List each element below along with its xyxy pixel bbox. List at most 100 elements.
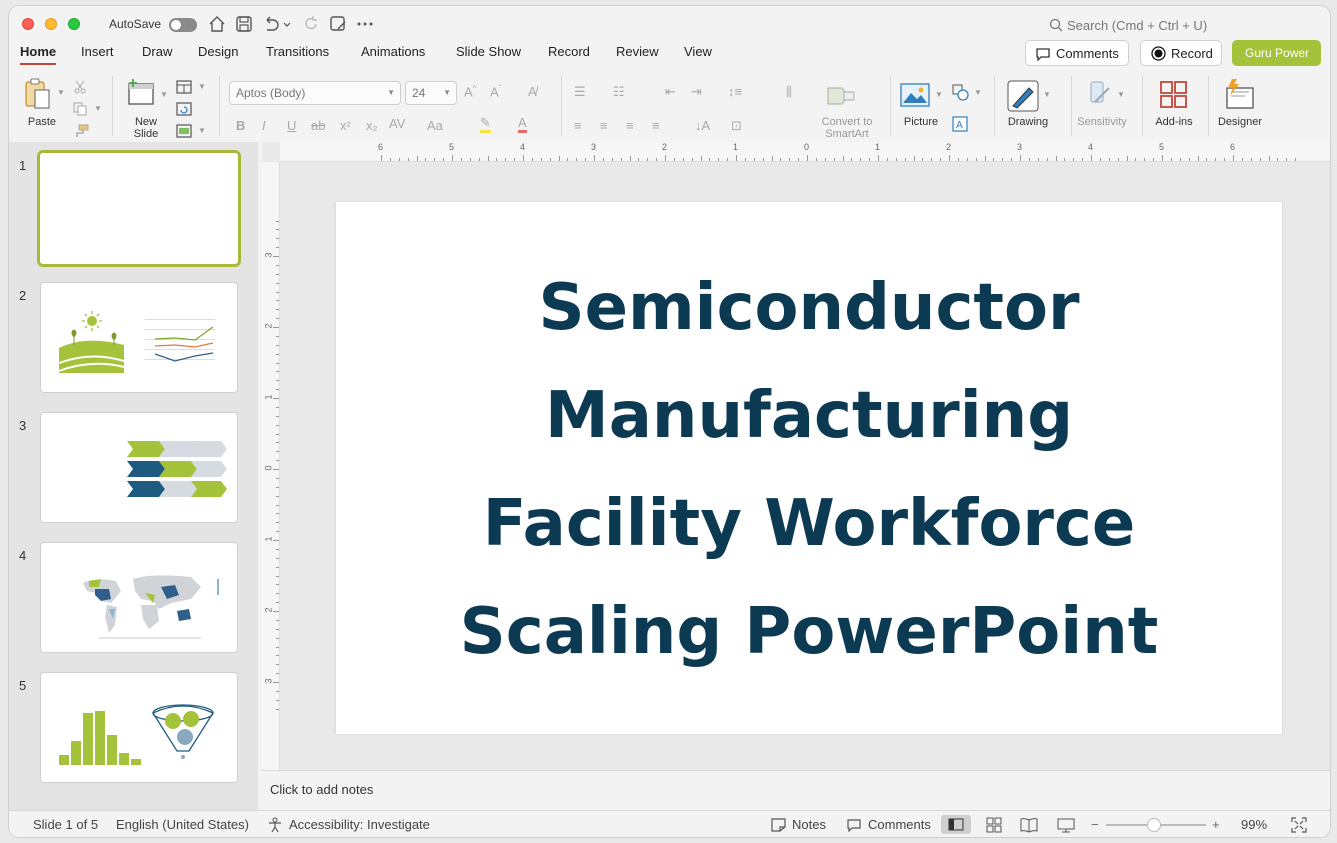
new-slide-dropdown-icon[interactable]: ▼ — [160, 90, 168, 99]
language-status[interactable]: English (United States) — [116, 817, 249, 832]
layout-icon[interactable] — [176, 80, 192, 94]
format-painter-icon[interactable] — [73, 124, 89, 138]
italic-icon[interactable]: I — [262, 118, 266, 133]
highlight-icon[interactable]: ✎ — [480, 116, 491, 133]
slide-title[interactable]: Semiconductor Manufacturing Facility Wor… — [336, 254, 1282, 686]
close-window-button[interactable] — [22, 18, 34, 30]
smartart-icon[interactable] — [826, 84, 856, 108]
paste-icon[interactable] — [23, 78, 53, 110]
slide-canvas[interactable]: Semiconductor Manufacturing Facility Wor… — [336, 202, 1282, 734]
search-input[interactable]: Search (Cmd + Ctrl + U) — [1067, 18, 1207, 33]
shapes-dropdown-icon[interactable]: ▼ — [974, 88, 982, 97]
slide-thumbnail-4[interactable] — [40, 542, 238, 653]
paste-dropdown-icon[interactable]: ▼ — [57, 88, 65, 97]
undo-icon[interactable] — [261, 14, 281, 34]
strikethrough-icon[interactable]: ab — [311, 118, 325, 133]
record-button[interactable]: Record — [1140, 40, 1222, 66]
slide-thumbnail-5[interactable] — [40, 672, 238, 783]
designer-icon[interactable] — [1223, 78, 1257, 110]
reading-view-icon[interactable] — [1020, 817, 1038, 833]
superscript-icon[interactable]: x² — [340, 118, 351, 133]
tab-draw[interactable]: Draw — [142, 44, 172, 59]
status-comments-toggle[interactable]: Comments — [868, 817, 931, 832]
section-icon[interactable] — [176, 124, 192, 138]
redo-icon[interactable] — [301, 14, 321, 34]
tab-home[interactable]: Home — [20, 44, 57, 65]
bullets-icon[interactable]: ☰ — [574, 84, 586, 100]
home-icon[interactable] — [207, 14, 227, 34]
clear-formatting-icon[interactable]: A̸ — [528, 84, 537, 99]
font-size-select[interactable]: 24 ▼ — [405, 81, 457, 105]
align-text-icon[interactable]: ⊡ — [731, 118, 742, 134]
copy-icon[interactable] — [73, 102, 87, 116]
picture-dropdown-icon[interactable]: ▼ — [935, 90, 943, 99]
add-ins-icon[interactable] — [1159, 80, 1189, 110]
sensitivity-icon[interactable] — [1085, 80, 1115, 110]
zoom-out-icon[interactable]: − — [1091, 817, 1099, 832]
more-options-icon[interactable] — [355, 14, 375, 34]
tab-record[interactable]: Record — [548, 44, 590, 59]
drawing-icon[interactable] — [1007, 80, 1039, 112]
underline-icon[interactable]: U — [287, 118, 296, 133]
normal-view-button[interactable] — [941, 815, 971, 834]
guru-power-button[interactable]: Guru Power — [1232, 40, 1321, 66]
align-center-icon[interactable]: ≡ — [600, 118, 608, 133]
text-box-icon[interactable]: A — [952, 116, 968, 132]
save-icon[interactable] — [234, 14, 254, 34]
slide-sorter-icon[interactable] — [986, 817, 1002, 833]
font-color-icon[interactable]: A — [518, 116, 527, 133]
align-left-icon[interactable]: ≡ — [574, 118, 582, 133]
slide-thumbnail-3[interactable] — [40, 412, 238, 523]
line-spacing-icon[interactable]: ↕≡ — [728, 84, 742, 99]
slide-thumbnail-2[interactable] — [40, 282, 238, 393]
notes-pane[interactable]: Click to add notes — [262, 770, 1330, 810]
slide-show-icon[interactable] — [1057, 817, 1075, 833]
decrease-font-size-icon[interactable]: Aˇ — [490, 84, 501, 99]
subscript-icon[interactable]: x₂ — [366, 118, 378, 133]
accessibility-icon[interactable] — [267, 817, 283, 833]
comments-button[interactable]: Comments — [1025, 40, 1129, 66]
zoom-slider-thumb[interactable] — [1147, 818, 1161, 832]
tab-design[interactable]: Design — [198, 44, 238, 59]
layout-dropdown-icon[interactable]: ▼ — [198, 82, 206, 91]
status-comments-icon[interactable] — [846, 818, 862, 832]
notes-icon[interactable] — [771, 818, 786, 832]
copy-dropdown-icon[interactable]: ▼ — [94, 104, 102, 113]
columns-icon[interactable]: ⫼ — [786, 84, 792, 100]
reset-slide-icon[interactable] — [176, 102, 192, 116]
font-name-select[interactable]: Aptos (Body) ▼ — [229, 81, 401, 105]
maximize-window-button[interactable] — [68, 18, 80, 30]
zoom-in-icon[interactable]: + — [1212, 817, 1220, 832]
tab-transitions[interactable]: Transitions — [266, 44, 329, 59]
slide-thumbnail-1[interactable] — [37, 150, 241, 267]
tab-review[interactable]: Review — [616, 44, 659, 59]
increase-font-size-icon[interactable]: A^ — [464, 84, 476, 99]
notes-toggle[interactable]: Notes — [792, 817, 826, 832]
undo-dropdown-icon[interactable] — [282, 14, 292, 34]
numbering-icon[interactable]: ☷ — [613, 84, 625, 100]
sensitivity-dropdown-icon[interactable]: ▼ — [1117, 90, 1125, 99]
character-spacing-icon[interactable]: AV — [389, 116, 405, 131]
new-slide-icon[interactable] — [126, 78, 156, 108]
tab-insert[interactable]: Insert — [81, 44, 114, 59]
text-direction-icon[interactable]: ↓A — [695, 118, 710, 133]
minimize-window-button[interactable] — [45, 18, 57, 30]
drawing-dropdown-icon[interactable]: ▼ — [1043, 90, 1051, 99]
tab-view[interactable]: View — [684, 44, 712, 59]
autosave-toggle[interactable] — [169, 18, 197, 32]
tab-slide-show[interactable]: Slide Show — [456, 44, 521, 59]
fit-to-window-icon[interactable] — [1291, 817, 1307, 833]
align-right-icon[interactable]: ≡ — [626, 118, 634, 133]
zoom-level[interactable]: 99% — [1241, 817, 1267, 832]
picture-icon[interactable] — [900, 82, 930, 108]
cut-icon[interactable] — [73, 80, 87, 94]
justify-icon[interactable]: ≡ — [652, 118, 660, 133]
increase-indent-icon[interactable]: ⇥ — [691, 84, 702, 100]
shapes-icon[interactable] — [952, 84, 970, 102]
accessibility-status[interactable]: Accessibility: Investigate — [289, 817, 430, 832]
decrease-indent-icon[interactable]: ⇤ — [665, 84, 676, 100]
bold-icon[interactable]: B — [236, 118, 245, 133]
save-as-icon[interactable] — [328, 14, 348, 34]
change-case-icon[interactable]: Aa — [427, 118, 443, 133]
tab-animations[interactable]: Animations — [361, 44, 425, 59]
